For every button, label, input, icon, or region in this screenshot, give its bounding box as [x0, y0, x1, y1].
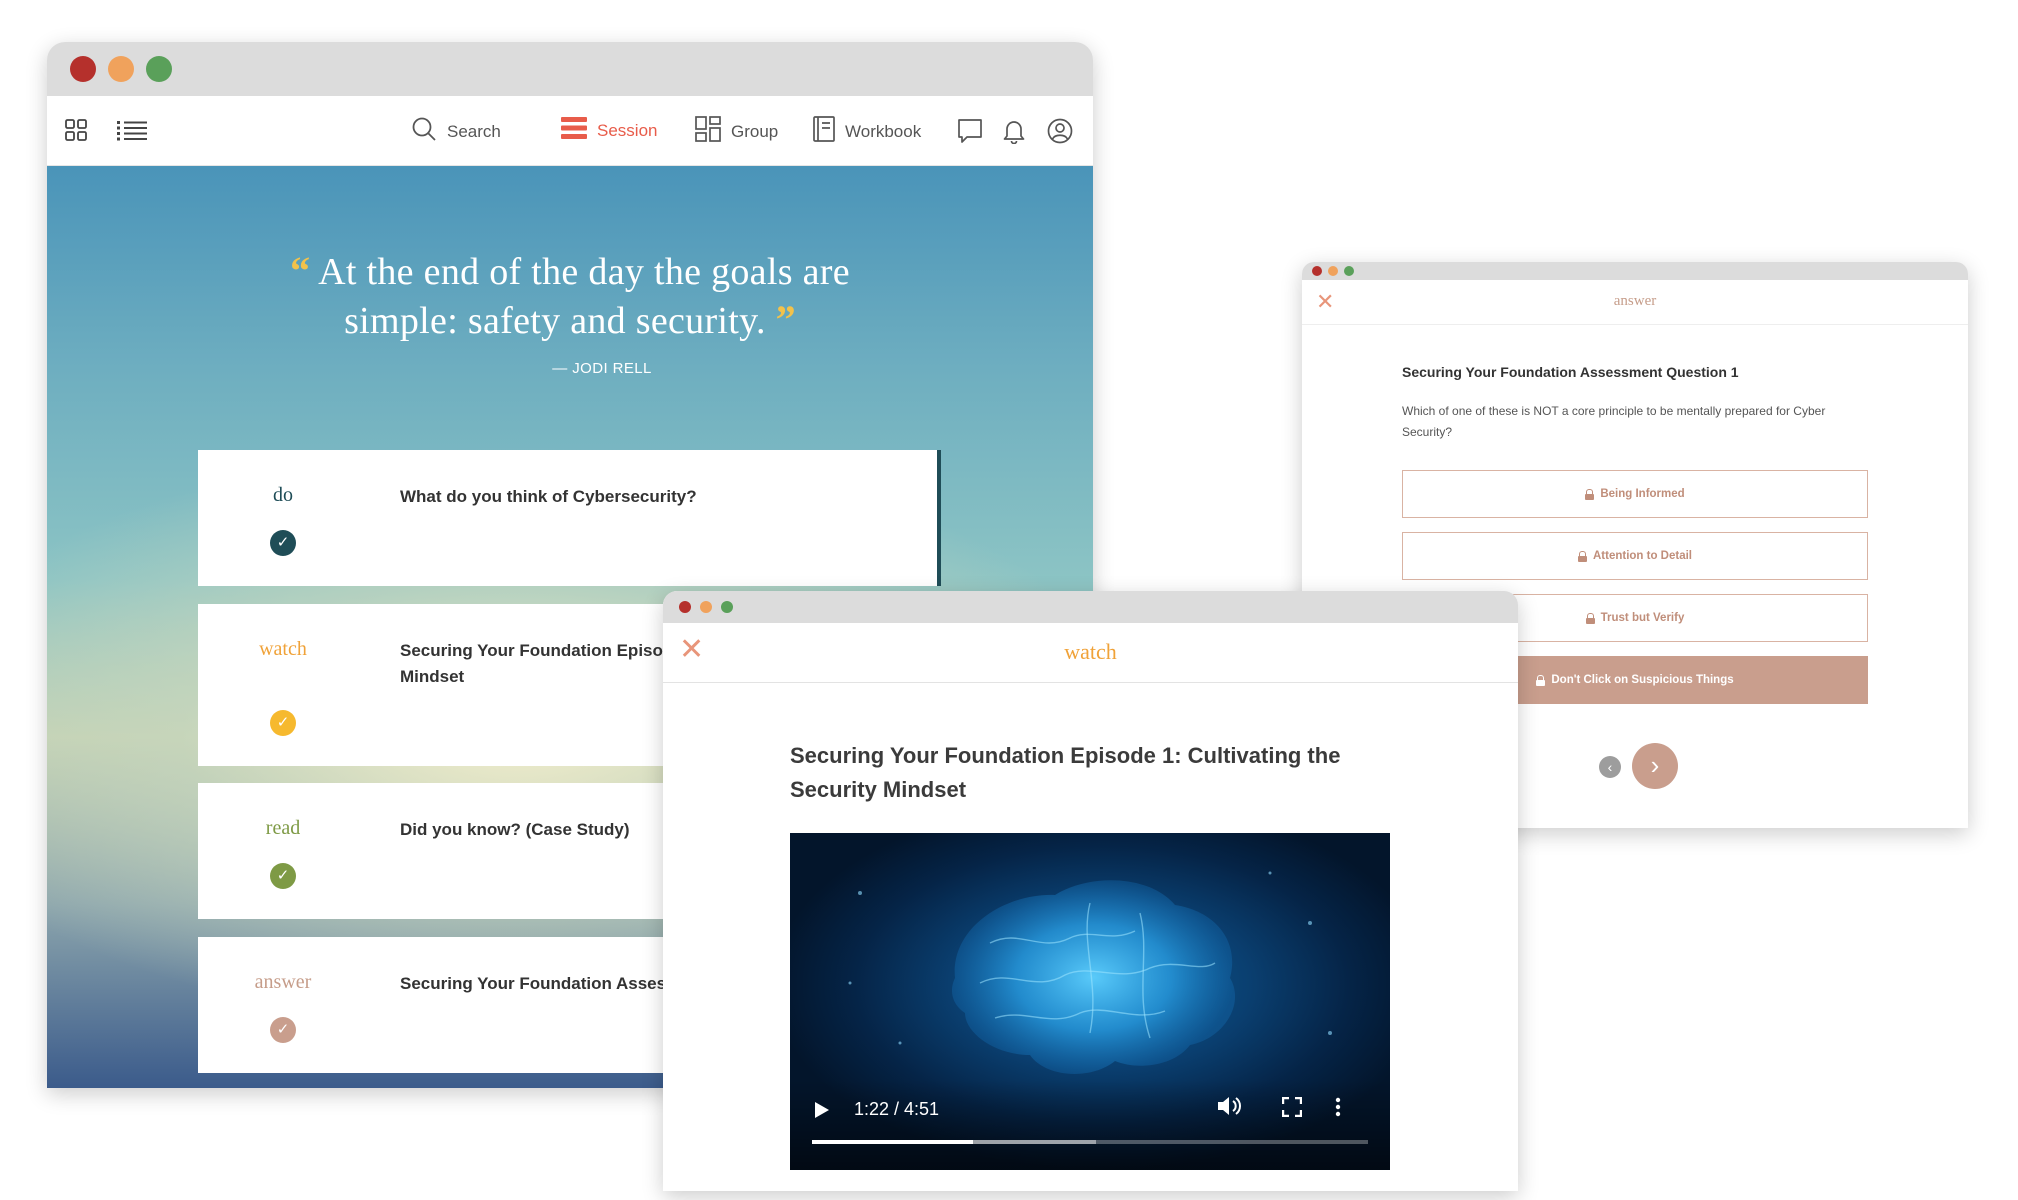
answer-type-label: answer: [1613, 293, 1657, 309]
hero-quote-line-1: “ At the end of the day the goals are: [47, 247, 1093, 296]
nav-search[interactable]: Search: [411, 116, 501, 147]
question-text: Which of one of these is NOT a core prin…: [1402, 404, 1826, 439]
answer-option-label: Don't Click on Suspicious Things: [1551, 674, 1734, 686]
close-window-button[interactable]: [70, 56, 96, 82]
chat-icon[interactable]: [957, 118, 983, 149]
nav-session[interactable]: Session: [561, 116, 657, 145]
minimize-window-button[interactable]: [108, 56, 134, 82]
profile-icon[interactable]: [1047, 118, 1073, 149]
open-quote-mark: “: [290, 248, 311, 293]
video-progress: [812, 1140, 974, 1144]
hero-quote: “ At the end of the day the goals are si…: [47, 247, 1093, 345]
play-icon[interactable]: [815, 1102, 829, 1118]
activity-title: What do you think of Cybersecurity?: [400, 487, 697, 506]
lock-icon: [1536, 674, 1546, 686]
answer-option-1[interactable]: Being Informed: [1402, 470, 1868, 518]
video-title: Securing Your Foundation Episode 1: Cult…: [790, 743, 1341, 802]
close-window-button[interactable]: [679, 601, 691, 613]
minimize-window-button[interactable]: [700, 601, 712, 613]
search-icon: [411, 116, 437, 147]
check-icon: ✓: [270, 530, 296, 556]
close-window-button[interactable]: [1312, 266, 1322, 276]
top-nav: Search Session Group Workbook: [47, 96, 1093, 166]
activity-title-line-2: Mindset: [400, 667, 465, 686]
check-icon: ✓: [270, 710, 296, 736]
hero-quote-line-2: simple: safety and security. ”: [47, 296, 1093, 345]
list-icon[interactable]: [117, 121, 147, 146]
group-icon: [695, 116, 721, 147]
grid-icon[interactable]: [65, 119, 87, 146]
answer-option-label: Trust but Verify: [1600, 612, 1685, 624]
fullscreen-icon[interactable]: [1281, 1096, 1303, 1122]
nav-workbook-label: Workbook: [845, 121, 922, 141]
check-icon: ✓: [270, 1017, 296, 1043]
check-icon: ✓: [270, 863, 296, 889]
maximize-window-button[interactable]: [721, 601, 733, 613]
answer-option-label: Being Informed: [1600, 488, 1685, 500]
session-icon: [561, 116, 587, 145]
video-player[interactable]: 1:22 / 4:51: [790, 833, 1390, 1170]
video-controls: 1:22 / 4:51: [790, 1080, 1390, 1170]
activity-type-label: watch: [259, 638, 307, 660]
volume-icon[interactable]: [1216, 1095, 1242, 1122]
video-progress-bar[interactable]: [812, 1140, 1368, 1144]
hero-quote-text-1: At the end of the day the goals are: [318, 251, 850, 293]
nav-workbook[interactable]: Workbook: [813, 116, 921, 147]
watch-titlebar: [663, 591, 1518, 623]
activity-type-label: read: [265, 817, 301, 839]
watch-type-label: watch: [1064, 639, 1117, 664]
next-question-button[interactable]: ›: [1632, 743, 1678, 789]
answer-header: ✕ answer: [1302, 280, 1968, 325]
workbook-icon: [813, 116, 835, 147]
quote-attribution: — JODI RELL: [552, 360, 652, 377]
lock-icon: [1585, 488, 1595, 500]
activity-type-label: answer: [254, 971, 312, 993]
activity-card-do[interactable]: do ✓ What do you think of Cybersecurity?: [198, 450, 941, 586]
answer-titlebar: [1302, 262, 1968, 280]
main-titlebar: [47, 42, 1093, 96]
maximize-window-button[interactable]: [1344, 266, 1354, 276]
question-title: Securing Your Foundation Assessment Ques…: [1402, 364, 1739, 380]
hero-quote-text-2: simple: safety and security.: [344, 300, 766, 342]
close-quote-mark: ”: [775, 297, 796, 342]
previous-question-button[interactable]: ‹: [1599, 756, 1621, 778]
watch-header: ✕ watch: [663, 623, 1518, 683]
more-options-icon[interactable]: [1335, 1097, 1341, 1122]
watch-window: ✕ watch Securing Your Foundation Episode…: [663, 591, 1518, 1191]
lock-icon: [1585, 612, 1595, 624]
answer-option-label: Attention to Detail: [1592, 550, 1693, 562]
video-time: 1:22 / 4:51: [854, 1099, 940, 1119]
nav-group[interactable]: Group: [695, 116, 778, 147]
lock-icon: [1577, 550, 1587, 562]
bell-icon[interactable]: [1002, 118, 1026, 149]
maximize-window-button[interactable]: [146, 56, 172, 82]
nav-session-label: Session: [597, 120, 658, 140]
activity-type-label: do: [273, 484, 293, 506]
minimize-window-button[interactable]: [1328, 266, 1338, 276]
nav-search-label: Search: [447, 121, 501, 141]
answer-option-2[interactable]: Attention to Detail: [1402, 532, 1868, 580]
nav-group-label: Group: [731, 121, 779, 141]
